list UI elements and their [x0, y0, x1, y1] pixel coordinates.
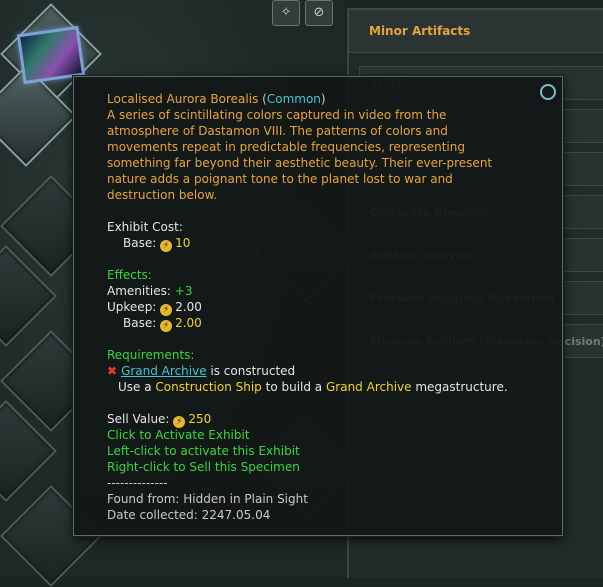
- panel-title: Minor Artifacts: [349, 10, 603, 53]
- upkeep-base-line: Base: ⚡ 2.00: [107, 315, 562, 332]
- description-line: destruction below.: [107, 188, 218, 202]
- click-activate-hint: Click to Activate Exhibit: [107, 428, 250, 442]
- effects-label: Effects:: [107, 268, 152, 282]
- unmet-requirement-icon: ✖: [107, 364, 118, 378]
- tooltip-title-line: Localised Aurora Borealis (Common): [107, 92, 326, 106]
- right-click-hint: Right-click to Sell this Specimen: [107, 460, 300, 474]
- upkeep-label: Upkeep:: [107, 300, 157, 314]
- requirements-label: Requirements:: [107, 348, 195, 362]
- exhibit-cost-value: 10: [175, 236, 191, 250]
- rarity-label: Common: [266, 92, 321, 106]
- requirement-hint-line: Use a Construction Ship to build a Grand…: [107, 379, 562, 395]
- energy-icon: ⚡: [160, 240, 173, 252]
- base-label: Base:: [123, 236, 157, 250]
- hint-text: to build a: [261, 380, 326, 394]
- exhibit-cost-label: Exhibit Cost:: [107, 220, 183, 234]
- sell-value: 250: [188, 412, 212, 426]
- requirement-suffix: is constructed: [206, 364, 296, 378]
- description-line: something far beyond their aesthetic bea…: [107, 156, 493, 170]
- sell-value-line: Sell Value: ⚡ 250: [107, 411, 562, 428]
- amenities-label: Amenities:: [107, 284, 171, 298]
- description-line: movements repeat in predictable frequenc…: [107, 140, 465, 154]
- requirement-line: ✖ Grand Archive is constructed: [107, 363, 562, 379]
- energy-icon: ⚡: [160, 320, 173, 332]
- amenities-line: Amenities: +3: [107, 283, 562, 299]
- artifact-title: Localised Aurora Borealis: [107, 92, 259, 106]
- artifact-tooltip: Localised Aurora Borealis (Common) A ser…: [73, 76, 563, 536]
- hint-text: megastructure.: [411, 380, 508, 394]
- base-label: Base:: [123, 316, 157, 330]
- favorite-icon[interactable]: ✧: [272, 0, 300, 26]
- loading-ring-icon: [540, 84, 556, 100]
- sell-value-label: Sell Value:: [107, 412, 170, 426]
- grand-archive-text: Grand Archive: [325, 380, 412, 394]
- upkeep-base-value: 2.00: [175, 316, 202, 330]
- construction-ship-text: Construction Ship: [155, 380, 262, 394]
- hint-text: Use a: [118, 380, 156, 394]
- description-line: atmosphere of Dastamon VIII. The pattern…: [107, 124, 448, 138]
- upkeep-line: Upkeep: ⚡ 2.00: [107, 299, 562, 316]
- date-collected: Date collected: 2247.05.04: [107, 508, 271, 522]
- upkeep-value: 2.00: [175, 300, 202, 314]
- amenities-value: +3: [174, 284, 193, 298]
- separator: --------------: [107, 476, 168, 490]
- grand-archive-link[interactable]: Grand Archive: [121, 364, 207, 378]
- description-line: nature adds a poignant tone to the plane…: [107, 172, 453, 186]
- found-from: Found from: Hidden in Plain Sight: [107, 492, 308, 506]
- exhibit-cost-base: Base: ⚡ 10: [107, 235, 562, 252]
- left-click-hint: Left-click to activate this Exhibit: [107, 444, 300, 458]
- description-line: A series of scintillating colors capture…: [107, 108, 447, 122]
- hide-icon[interactable]: ⊘: [305, 0, 333, 26]
